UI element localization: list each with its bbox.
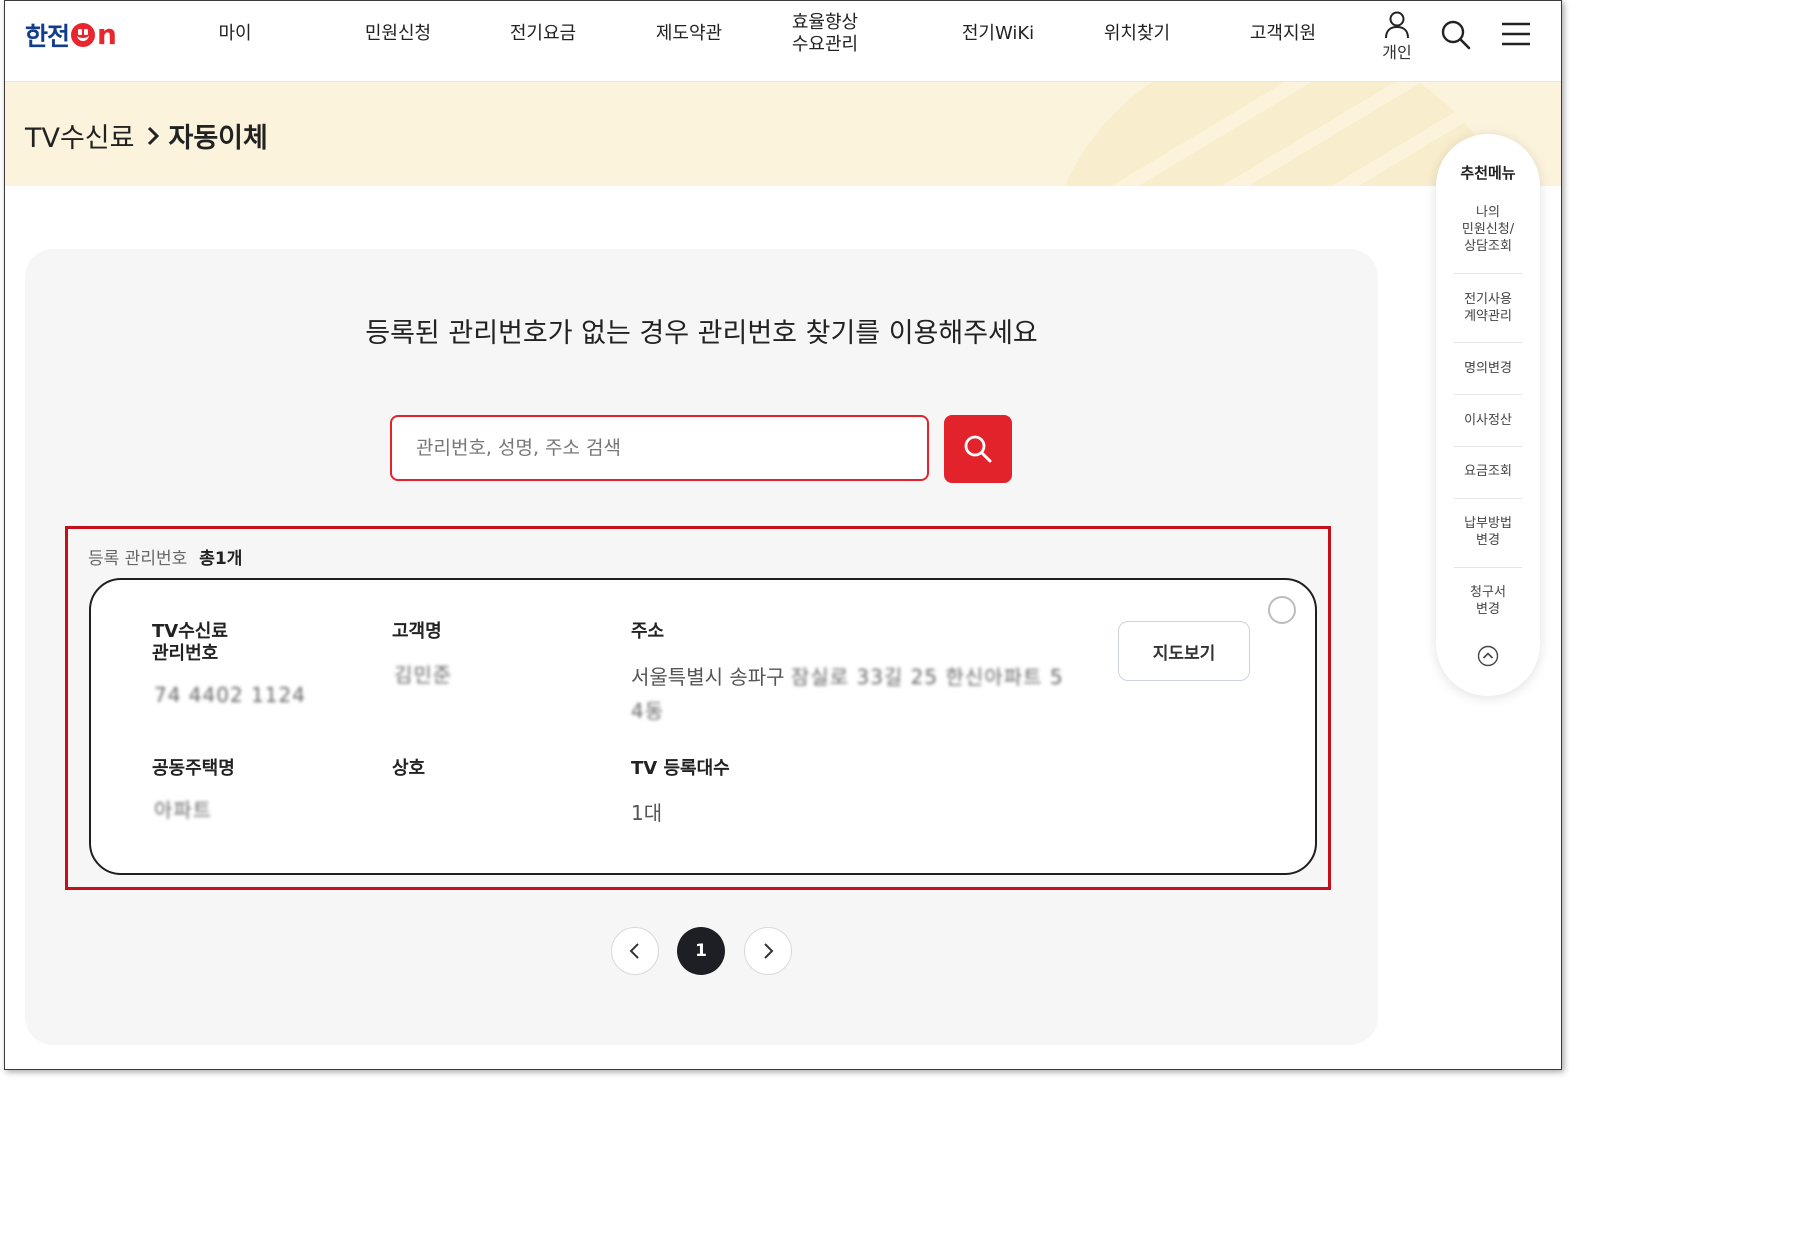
quick-item-bill-inquiry[interactable]: 요금조회 (1452, 463, 1524, 480)
page-headline: 등록된 관리번호가 없는 경우 관리번호 찾기를 이용해주세요 (365, 318, 1038, 349)
breadcrumb-current: 자동이체 (168, 123, 268, 154)
customer-name-label: 고객명 (392, 621, 442, 642)
logo-n-letter: n (97, 18, 117, 51)
nav-item-wiki[interactable]: 전기WiKi (954, 23, 1042, 45)
prev-page-button[interactable] (611, 927, 659, 975)
quick-item-move-settlement[interactable]: 이사정산 (1452, 412, 1524, 429)
result-summary: 등록 관리번호 총1개 (88, 544, 242, 569)
site-header: 한전 n 마이 민원신청 전기요금 제도약관 효율향상 수요관리 전기WiKi … (5, 1, 1561, 82)
chevron-left-icon (629, 943, 639, 959)
search-button[interactable] (944, 415, 1012, 483)
logo-on-mark: n (71, 18, 117, 51)
nav-item-customer-support[interactable]: 고객지원 (1243, 23, 1323, 45)
tv-count-value: 1대 (631, 801, 663, 825)
customer-name-value: 김민준 (394, 663, 453, 687)
quick-divider (1454, 342, 1522, 343)
quick-divider (1454, 394, 1522, 395)
tv-number-value: 74 4402 1124 (154, 683, 306, 707)
tv-number-label: TV수신료 관리번호 (152, 621, 228, 664)
quick-item-contract-management[interactable]: 전기사용 계약관리 (1452, 291, 1524, 325)
search-field[interactable] (390, 415, 929, 481)
address-label: 주소 (631, 621, 665, 642)
search-input[interactable] (392, 417, 927, 479)
logo-text: 한전 (25, 22, 70, 51)
main-panel: 등록된 관리번호가 없는 경우 관리번호 찾기를 이용해주세요 등록 관리번호 총… (25, 249, 1378, 1045)
nav-item-location[interactable]: 위치찾기 (1097, 23, 1177, 45)
tv-count-label: TV 등록대수 (631, 758, 730, 779)
breadcrumb-parent[interactable]: TV수신료 (25, 116, 134, 155)
nav-item-electric-bill[interactable]: 전기요금 (503, 23, 583, 45)
nav-item-my[interactable]: 마이 (213, 23, 257, 45)
apartment-name-value: 아파트 (154, 798, 213, 822)
page-number-current[interactable]: 1 (677, 927, 725, 975)
browser-page: 한전 n 마이 민원신청 전기요금 제도약관 효율향상 수요관리 전기WiKi … (4, 0, 1562, 1070)
search-icon[interactable] (1441, 20, 1471, 54)
hamburger-menu-icon[interactable] (1501, 21, 1531, 51)
quick-item-my-petition[interactable]: 나의 민원신청/ 상담조회 (1452, 204, 1524, 255)
account-card[interactable]: TV수신료 관리번호 74 4402 1124 고객명 김민준 주소 서울특별시… (89, 578, 1317, 875)
chevron-right-icon (764, 943, 774, 959)
nav-item-terms[interactable]: 제도약관 (649, 23, 729, 45)
result-label: 등록 관리번호 (88, 549, 188, 569)
breadcrumb: TV수신료 자동이체 (25, 116, 268, 155)
scroll-top-icon[interactable] (1477, 645, 1499, 667)
kepco-on-logo[interactable]: 한전 n (25, 17, 117, 53)
apartment-name-label: 공동주택명 (152, 758, 235, 779)
result-total: 총1개 (199, 549, 243, 569)
nav-item-civil-petition[interactable]: 민원신청 (358, 23, 438, 45)
recommended-menu-title: 추천메뉴 (1460, 164, 1516, 182)
logo-plug-icon (71, 23, 96, 47)
page-banner: TV수신료 자동이체 (5, 82, 1561, 186)
user-type-label[interactable]: 개인 (1376, 39, 1418, 63)
quick-divider (1454, 498, 1522, 499)
registered-numbers-section: 등록 관리번호 총1개 TV수신료 관리번호 74 4402 1124 고객명 김… (65, 526, 1331, 890)
address-value: 서울특별시 송파구 잠실로 33길 25 한신아파트 5 4동 (631, 665, 1064, 723)
chevron-right-icon (146, 125, 160, 147)
quick-divider (1454, 567, 1522, 568)
quick-divider (1454, 446, 1522, 447)
search-icon (964, 435, 992, 463)
select-radio[interactable] (1268, 596, 1296, 624)
company-name-label: 상호 (392, 758, 426, 779)
next-page-button[interactable] (744, 927, 792, 975)
quick-item-name-change[interactable]: 명의변경 (1452, 360, 1524, 377)
quick-divider (1454, 273, 1522, 274)
recommended-menu: 추천메뉴 나의 민원신청/ 상담조회 전기사용 계약관리 명의변경 이사정산 요… (1436, 134, 1540, 696)
quick-item-bill-change[interactable]: 청구서 변경 (1452, 584, 1524, 618)
view-map-button[interactable]: 지도보기 (1118, 621, 1250, 681)
nav-item-efficiency[interactable]: 효율향상 수요관리 (785, 12, 865, 56)
quick-item-payment-method[interactable]: 납부방법 변경 (1452, 515, 1524, 549)
